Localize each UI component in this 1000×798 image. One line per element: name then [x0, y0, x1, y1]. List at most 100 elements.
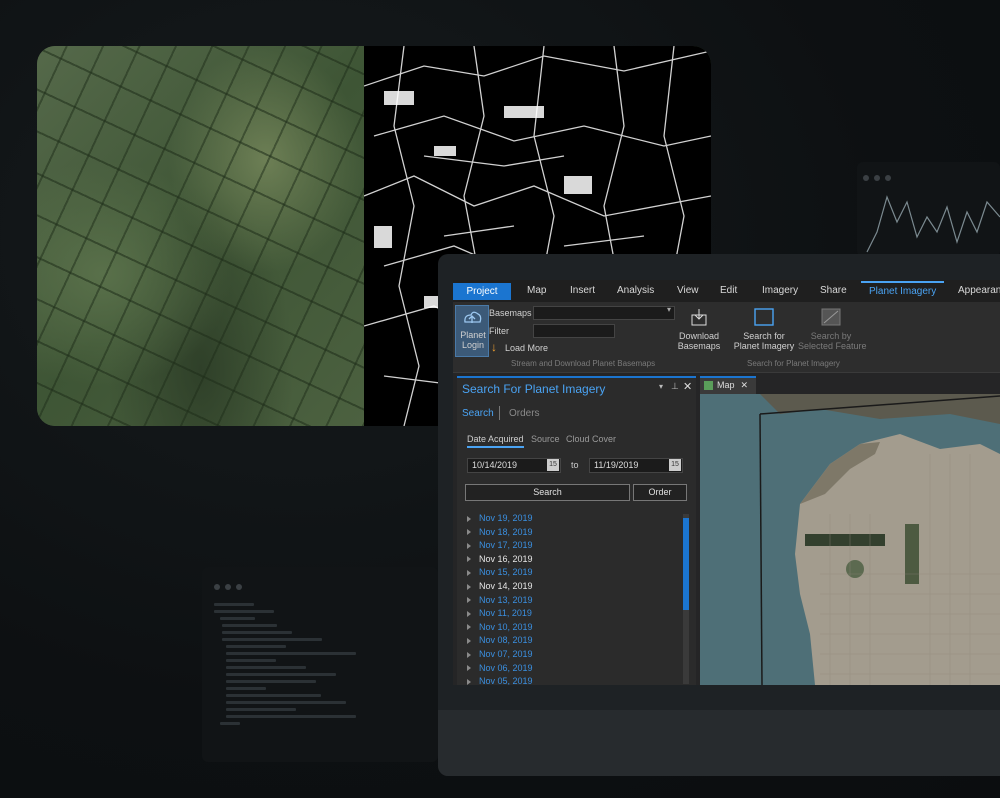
list-item[interactable]: Nov 19, 2019 — [467, 512, 677, 526]
list-item-label: Nov 15, 2019 — [479, 567, 533, 578]
expand-icon[interactable] — [467, 651, 471, 658]
code-window — [202, 567, 438, 762]
mini-chart — [866, 195, 1000, 253]
list-item[interactable]: Nov 16, 2019 — [467, 553, 677, 567]
planet-login-icon — [464, 311, 482, 323]
pin-icon[interactable]: ⊥ — [671, 381, 679, 392]
expand-icon[interactable] — [467, 529, 471, 536]
chart-window — [857, 162, 1000, 257]
list-item-label: Nov 19, 2019 — [479, 513, 533, 523]
date-to-value: 11/19/2019 — [594, 460, 639, 470]
tab-map[interactable]: Map — [527, 285, 546, 296]
expand-icon[interactable] — [467, 624, 471, 631]
to-label: to — [571, 460, 579, 470]
tab-planet-imagery[interactable]: Planet Imagery — [861, 281, 945, 297]
expand-icon[interactable] — [467, 515, 471, 522]
list-item[interactable]: Nov 06, 2019 — [467, 662, 677, 676]
list-item-label: Nov 16, 2019 — [479, 553, 533, 564]
list-scrollbar[interactable] — [683, 514, 689, 684]
monitor-chin — [438, 710, 1000, 776]
download-icon — [691, 309, 707, 326]
subtab-cloud-cover[interactable]: Cloud Cover — [566, 434, 616, 444]
close-icon[interactable]: ✕ — [741, 380, 749, 390]
expand-icon[interactable] — [467, 678, 471, 685]
list-item[interactable]: Nov 15, 2019 — [467, 566, 677, 580]
date-from-value: 10/14/2019 — [472, 460, 518, 470]
chevron-down-icon: ▾ — [666, 305, 671, 314]
expand-icon[interactable] — [467, 665, 471, 672]
list-item[interactable]: Nov 08, 2019 — [467, 634, 677, 648]
ribbon: Planet Login Basemaps ▾ Filter ↓ Load Mo… — [453, 302, 1000, 373]
date-results-list: Nov 19, 2019 Nov 18, 2019 Nov 17, 2019 N… — [467, 512, 677, 685]
scrollbar-thumb[interactable] — [683, 518, 689, 610]
list-item-label: Nov 05, 2019 — [479, 676, 533, 685]
list-item[interactable]: Nov 14, 2019 — [467, 580, 677, 594]
tab-imagery[interactable]: Imagery — [762, 285, 798, 296]
expand-icon[interactable] — [467, 542, 471, 549]
tab-divider — [499, 406, 500, 420]
tab-project[interactable]: Project — [453, 283, 511, 300]
basemaps-label: Basemaps — [489, 308, 532, 318]
list-item[interactable]: Nov 18, 2019 — [467, 526, 677, 540]
search-area-icon — [754, 308, 774, 326]
subtab-source[interactable]: Source — [531, 434, 560, 444]
ribbon-tab-bar: Project Map Insert Analysis View Edit Im… — [453, 280, 1000, 302]
basemaps-dropdown[interactable]: ▾ — [533, 305, 675, 320]
date-to-input[interactable]: 11/19/2019 15 — [589, 458, 683, 473]
search-button[interactable]: Search — [465, 484, 630, 501]
list-item[interactable]: Nov 11, 2019 — [467, 607, 677, 621]
search-selected-feature-button[interactable]: Search by Selected Feature — [798, 305, 867, 355]
tab-view[interactable]: View — [677, 285, 699, 296]
planet-login-button[interactable]: Planet Login — [455, 305, 489, 357]
list-item[interactable]: Nov 05, 2019 — [467, 675, 677, 685]
expand-icon[interactable] — [467, 597, 471, 604]
filter-label: Filter — [489, 326, 509, 336]
expand-icon[interactable] — [467, 610, 471, 617]
selected-feature-icon — [821, 308, 841, 326]
calendar-icon[interactable]: 15 — [669, 459, 681, 471]
tab-orders[interactable]: Orders — [509, 408, 540, 419]
expand-icon[interactable] — [467, 556, 471, 563]
window-dots — [214, 577, 247, 595]
load-more-button[interactable]: Load More — [505, 343, 548, 353]
group-caption-basemaps: Stream and Download Planet Basemaps — [511, 359, 656, 368]
list-item-label: Nov 11, 2019 — [479, 608, 532, 619]
planet-login-label: Planet Login — [460, 330, 486, 350]
list-item-label: Nov 13, 2019 — [479, 594, 533, 605]
code-lines — [214, 599, 364, 729]
tab-search[interactable]: Search — [462, 408, 494, 419]
search-planet-label: Search for Planet Imagery — [733, 331, 795, 351]
list-item[interactable]: Nov 07, 2019 — [467, 648, 677, 662]
tab-analysis[interactable]: Analysis — [617, 285, 654, 296]
download-basemaps-button[interactable]: Download Basemaps — [675, 305, 723, 355]
list-item-label: Nov 14, 2019 — [479, 580, 533, 591]
search-planet-imagery-pane: Search For Planet Imagery ▾ ⊥ ✕ Search O… — [457, 376, 696, 685]
date-from-input[interactable]: 10/14/2019 15 — [467, 458, 561, 473]
filter-input[interactable] — [533, 324, 615, 338]
tab-share[interactable]: Share — [820, 285, 847, 296]
pane-menu-icon[interactable]: ▾ — [659, 382, 663, 391]
order-button[interactable]: Order — [633, 484, 687, 501]
expand-icon[interactable] — [467, 583, 471, 590]
map-image — [700, 394, 1000, 685]
arrow-down-icon: ↓ — [491, 340, 497, 354]
list-item-label: Nov 18, 2019 — [479, 526, 533, 537]
tab-insert[interactable]: Insert — [570, 285, 595, 296]
tab-map-view[interactable]: Map ✕ — [700, 376, 756, 395]
list-item-label: Nov 07, 2019 — [479, 648, 533, 659]
tab-appearance[interactable]: Appearan — [958, 285, 1000, 296]
map-view[interactable] — [700, 394, 1000, 685]
list-item[interactable]: Nov 17, 2019 — [467, 539, 677, 553]
search-planet-imagery-button[interactable]: Search for Planet Imagery — [731, 305, 797, 355]
download-basemaps-label: Download Basemaps — [677, 331, 721, 351]
arcgis-screen: Project Map Insert Analysis View Edit Im… — [453, 280, 1000, 685]
calendar-icon[interactable]: 15 — [547, 459, 559, 471]
close-icon[interactable]: ✕ — [683, 380, 692, 393]
list-item-label: Nov 08, 2019 — [479, 635, 533, 646]
expand-icon[interactable] — [467, 570, 471, 576]
list-item[interactable]: Nov 13, 2019 — [467, 594, 677, 608]
expand-icon[interactable] — [467, 637, 471, 644]
tab-edit[interactable]: Edit — [720, 285, 737, 296]
subtab-date-acquired[interactable]: Date Acquired — [467, 434, 524, 448]
list-item[interactable]: Nov 10, 2019 — [467, 621, 677, 635]
